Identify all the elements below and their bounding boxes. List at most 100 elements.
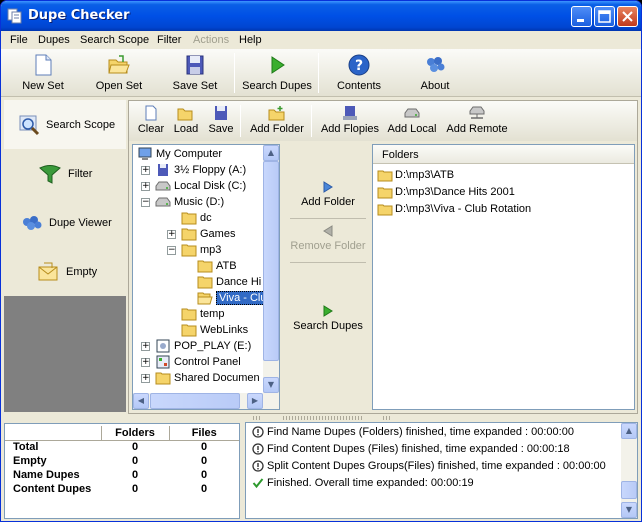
add-folder-button[interactable]: Add Folder xyxy=(290,180,366,208)
divider xyxy=(290,262,366,263)
tree-item[interactable]: mp3 xyxy=(181,242,221,258)
splitter-handle[interactable] xyxy=(383,416,391,420)
nav-filter-label: Filter xyxy=(68,168,93,180)
add-folder-icon xyxy=(268,106,285,121)
info-icon xyxy=(252,426,264,438)
menu-filter[interactable]: Filter xyxy=(157,34,181,46)
table-row: Name Dupes 0 0 xyxy=(13,469,208,481)
scroll-left-button[interactable]: ◀ xyxy=(133,393,149,409)
svg-text:?: ? xyxy=(355,58,363,74)
tree-horizontal-scrollbar[interactable]: ◀ ▶ xyxy=(133,393,279,409)
log-panel[interactable]: Find Name Dupes (Folders) finished, time… xyxy=(245,422,638,519)
folders-list[interactable]: Folders D:\mp3\ATB D:\mp3\Dance Hits 200… xyxy=(372,144,635,410)
contents-button[interactable]: ? Contents xyxy=(331,51,387,95)
tree-vertical-scrollbar[interactable]: ▲ ▼ xyxy=(263,145,279,393)
dupe-viewer-icon xyxy=(23,216,42,230)
scroll-right-button[interactable]: ▶ xyxy=(247,393,263,409)
search-dupes-button[interactable]: Search Dupes xyxy=(240,51,314,95)
tree-item-label: My Computer xyxy=(156,148,223,160)
open-folder-icon xyxy=(177,108,193,121)
load-button[interactable]: Load xyxy=(172,105,200,135)
scroll-thumb[interactable] xyxy=(621,481,637,499)
list-item[interactable]: D:\mp3\ATB xyxy=(377,167,454,184)
tree-item[interactable]: Dance Hi xyxy=(197,274,261,290)
tree-item[interactable]: ATB xyxy=(197,258,237,274)
new-set-button[interactable]: New Set xyxy=(15,51,71,95)
expand-icon[interactable]: + xyxy=(141,182,150,191)
clear-button[interactable]: Clear xyxy=(137,105,165,135)
tree-item[interactable]: Control Panel xyxy=(155,354,241,370)
menu-file[interactable]: File xyxy=(10,34,28,46)
minimize-button[interactable] xyxy=(571,6,592,27)
remove-folder-button[interactable]: Remove Folder xyxy=(290,224,366,252)
tree-item-label: mp3 xyxy=(200,244,222,256)
scroll-thumb[interactable] xyxy=(150,393,240,409)
scroll-down-button[interactable]: ▼ xyxy=(263,377,279,393)
nav-search-scope[interactable]: Search Scope xyxy=(4,100,126,149)
splitter-handle[interactable] xyxy=(283,416,363,420)
save-button[interactable]: Save xyxy=(207,105,235,135)
menu-help[interactable]: Help xyxy=(239,34,262,46)
folder-tree[interactable]: My Computer 3½ Floppy (A:) + Local Disk (C:… xyxy=(132,144,280,410)
title-bar[interactable]: Dupe Checker xyxy=(1,1,641,31)
expand-icon[interactable]: + xyxy=(141,342,150,351)
save-floppy-icon xyxy=(186,55,204,75)
menu-search-scope[interactable]: Search Scope xyxy=(80,34,149,46)
nav-filter[interactable]: Filter xyxy=(4,149,126,198)
mid-search-dupes-button[interactable]: Search Dupes xyxy=(290,304,366,332)
tree-item[interactable]: dc xyxy=(181,210,212,226)
tree-item[interactable]: temp xyxy=(181,306,224,322)
open-set-button[interactable]: Open Set xyxy=(91,51,147,95)
expand-icon[interactable]: + xyxy=(167,230,176,239)
tree-item[interactable]: Music (D:) xyxy=(155,194,224,210)
scroll-thumb[interactable] xyxy=(263,161,279,361)
folders-column-header[interactable]: Folders xyxy=(373,145,634,164)
collapse-icon[interactable]: − xyxy=(167,246,176,255)
maximize-button[interactable] xyxy=(594,6,615,27)
tree-item[interactable]: Local Disk (C:) xyxy=(155,178,246,194)
list-item[interactable]: D:\mp3\Viva - Club Rotation xyxy=(377,201,531,218)
close-button[interactable] xyxy=(617,6,638,27)
add-local-button[interactable]: Add Local xyxy=(386,105,438,135)
about-button[interactable]: About xyxy=(407,51,463,95)
scroll-up-button[interactable]: ▲ xyxy=(263,145,279,161)
drive-icon xyxy=(155,197,171,207)
scroll-up-button[interactable]: ▲ xyxy=(621,423,637,439)
main-toolbar: New Set Open Set Save Set Search Dupes ?… xyxy=(1,49,641,97)
tree-item-label: 3½ Floppy (A:) xyxy=(174,164,247,176)
tree-item[interactable]: Viva - Clu xyxy=(197,290,270,306)
expand-icon[interactable]: + xyxy=(141,358,150,367)
log-scrollbar[interactable]: ▲ ▼ xyxy=(621,423,637,518)
tree-item[interactable]: 3½ Floppy (A:) xyxy=(155,162,246,178)
tree-item[interactable]: Games xyxy=(181,226,235,242)
arrow-left-icon xyxy=(323,225,333,237)
nav-empty[interactable]: Empty xyxy=(4,247,126,296)
app-icon xyxy=(7,8,22,24)
help-icon: ? xyxy=(348,54,370,76)
computer-icon xyxy=(138,147,152,161)
maximize-icon xyxy=(598,10,611,23)
add-flopies-button[interactable]: Add Flopies xyxy=(320,105,380,135)
nav-dupe-viewer[interactable]: Dupe Viewer xyxy=(4,198,126,247)
list-item[interactable]: D:\mp3\Dance Hits 2001 xyxy=(377,184,515,201)
collapse-icon[interactable]: − xyxy=(141,198,150,207)
tree-item[interactable]: POP_PLAY (E:) xyxy=(155,338,251,354)
save-floppy-icon xyxy=(215,106,227,120)
expand-icon[interactable]: + xyxy=(141,374,150,383)
save-set-button[interactable]: Save Set xyxy=(167,51,223,95)
add-remote-button[interactable]: Add Remote xyxy=(445,105,509,135)
tree-item[interactable]: Shared Documen xyxy=(155,370,260,386)
scroll-down-button[interactable]: ▼ xyxy=(621,502,637,518)
toolbar-separator xyxy=(234,53,235,93)
tree-item-label: ATB xyxy=(216,260,237,272)
splitter-handle[interactable] xyxy=(253,416,261,420)
open-folder-icon xyxy=(108,55,130,74)
add-folder-toolbar-button[interactable]: Add Folder xyxy=(249,105,305,135)
tree-item[interactable]: WebLinks xyxy=(181,322,248,338)
nav-search-scope-label: Search Scope xyxy=(46,119,116,131)
divider xyxy=(290,218,366,219)
menu-dupes[interactable]: Dupes xyxy=(38,34,70,46)
menu-actions[interactable]: Actions xyxy=(193,34,229,46)
tree-item[interactable]: My Computer xyxy=(137,146,222,162)
expand-icon[interactable]: + xyxy=(141,166,150,175)
